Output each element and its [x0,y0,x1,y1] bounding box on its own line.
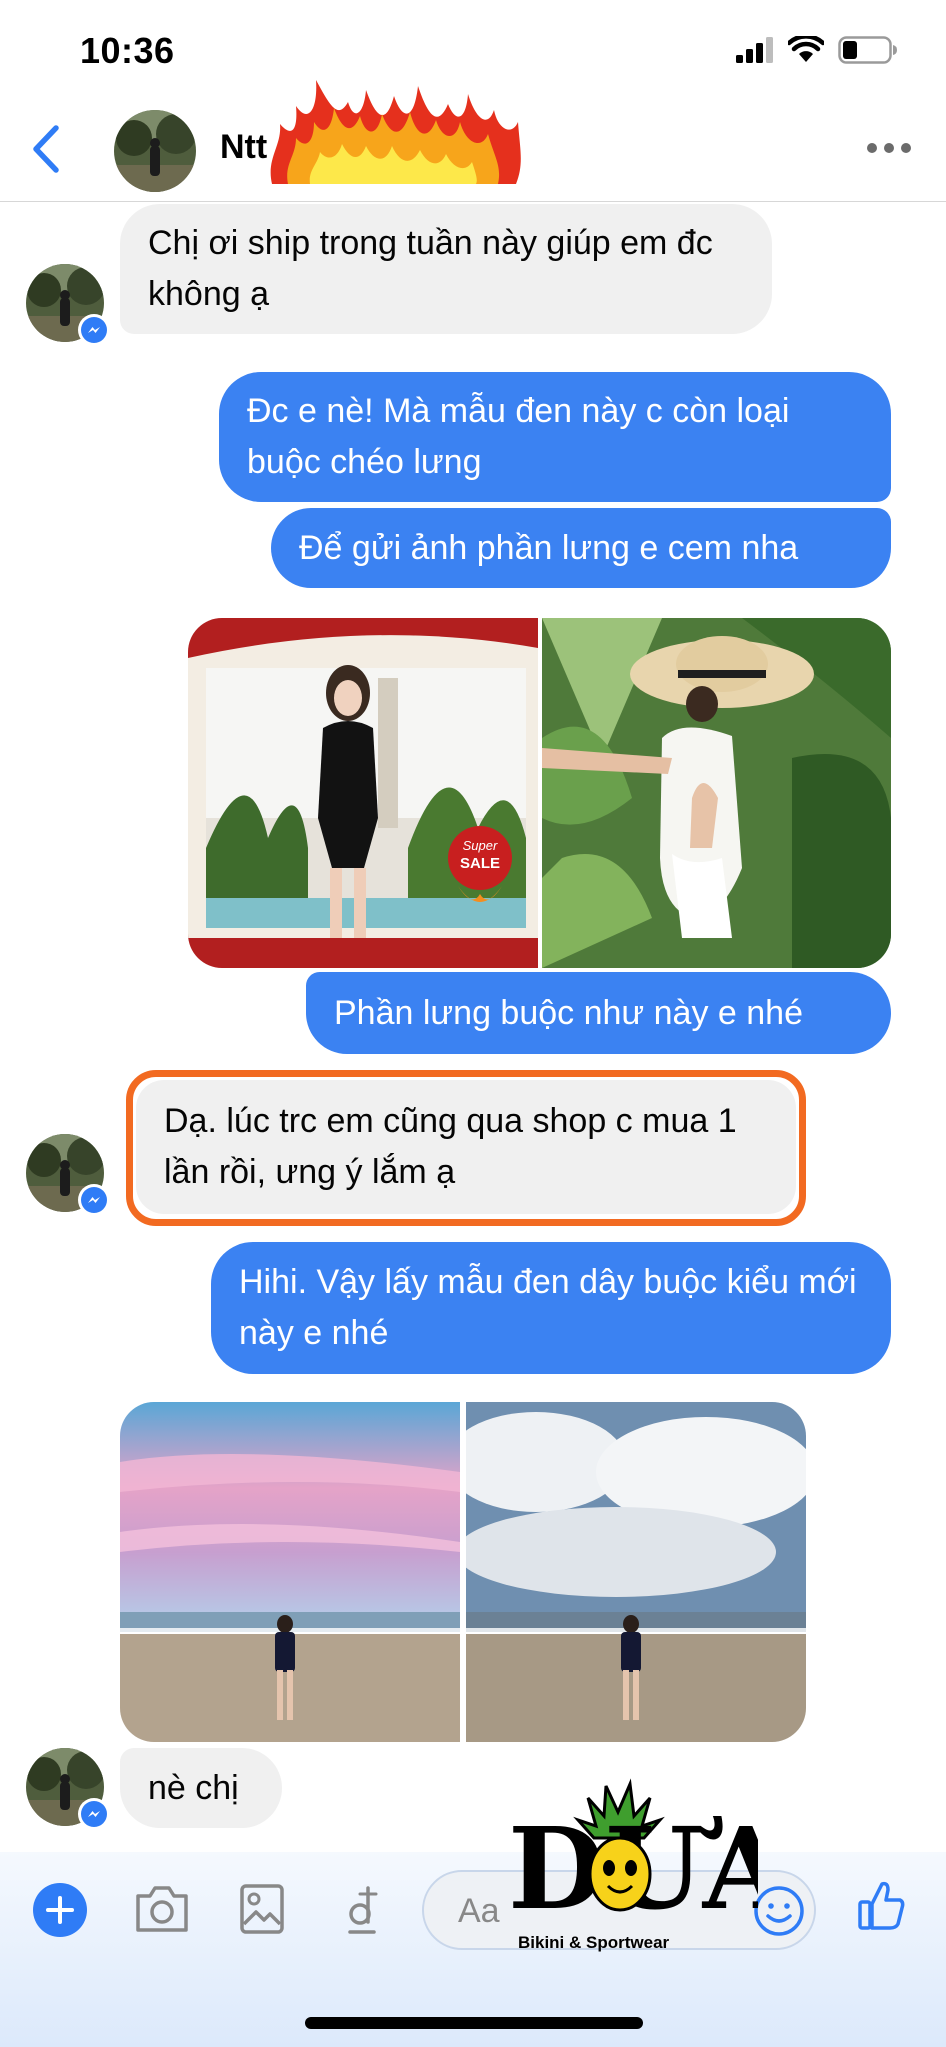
sender-avatar[interactable] [26,1134,110,1216]
pineapple-logo-icon: DƯA Bikini & Sportwear [508,1778,792,1952]
shared-photo-beach-sunset[interactable] [120,1402,460,1742]
messenger-badge-icon [78,314,110,346]
incoming-message[interactable]: Chị ơi ship trong tuần này giúp em đc kh… [120,204,772,334]
logo-tagline: Bikini & Sportwear [518,1933,670,1952]
shared-photo-swimsuit-front[interactable]: Super SALE [188,618,538,968]
messenger-badge-icon [78,1184,110,1216]
add-plus-icon[interactable] [32,1882,88,1938]
emoji-icon[interactable] [752,1884,806,1938]
status-time: 10:36 [80,30,175,71]
message-thread[interactable]: Chị ơi ship trong tuần này giúp em đc kh… [0,202,946,1852]
battery-icon [838,36,897,64]
conversation-header: Ntt [0,80,946,202]
signal-icon [736,37,773,63]
photo-gallery-icon[interactable] [240,1884,284,1934]
home-indicator[interactable] [305,2017,643,2029]
flame-sticker-icon [270,80,521,184]
sale-badge-bottom: SALE [460,855,500,872]
back-chevron-icon[interactable] [24,122,68,176]
sender-avatar[interactable] [26,1748,110,1830]
outgoing-message[interactable]: Hihi. Vậy lấy mẫu đen dây buộc kiểu mới … [211,1242,891,1374]
incoming-message[interactable]: Dạ. lúc trc em cũng qua shop c mua 1 lần… [136,1080,796,1214]
sender-avatar[interactable] [26,264,110,346]
like-thumb-icon[interactable] [856,1878,906,1932]
contact-name[interactable]: Ntt [220,128,267,167]
outgoing-message[interactable]: Đc e nè! Mà mẫu đen này c còn loại buộc … [219,372,891,502]
outgoing-message[interactable]: Phần lưng buộc như này e nhé [306,972,891,1054]
wifi-icon [788,36,824,62]
shared-photo-beach-cloudy[interactable] [466,1402,806,1742]
more-options-icon[interactable] [864,136,914,160]
status-icons [736,36,898,64]
payment-dong-icon[interactable] [346,1884,380,1938]
shared-photo-swimsuit-back[interactable] [542,618,891,968]
sale-badge-top: Super [463,838,498,853]
camera-icon[interactable] [134,1884,190,1934]
contact-avatar[interactable] [114,110,196,192]
brand-logo: DƯA Bikini & Sportwear [478,1776,792,1956]
outgoing-message[interactable]: Để gửi ảnh phần lưng e cem nha [271,508,891,588]
messenger-badge-icon [78,1798,110,1830]
incoming-message[interactable]: nè chị [120,1748,282,1828]
